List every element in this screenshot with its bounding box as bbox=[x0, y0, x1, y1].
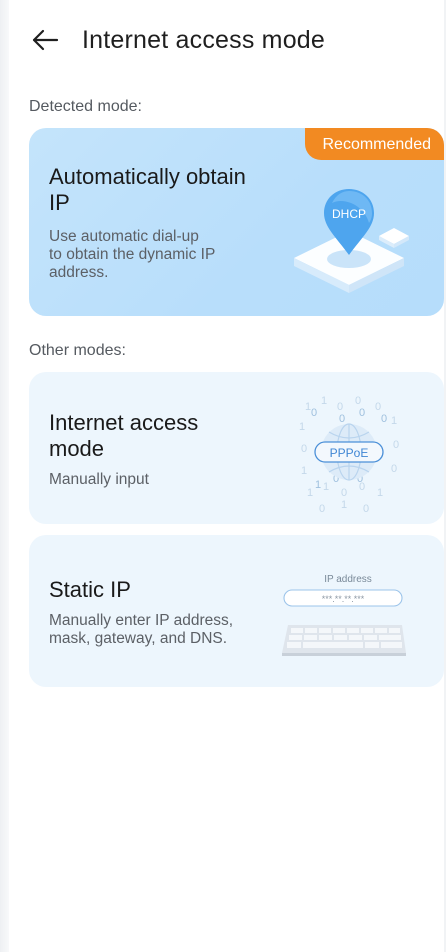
auto-ip-desc-line1: Use automatic dial-up bbox=[49, 228, 199, 245]
svg-text:0: 0 bbox=[341, 487, 347, 499]
pppoe-title-line1: Internet access bbox=[49, 410, 199, 435]
static-ip-card[interactable]: Static IP Manually enter IP address, mas… bbox=[29, 535, 444, 687]
auto-ip-title-line1: Automatically obtain bbox=[49, 164, 246, 189]
static-ip-title: Static IP bbox=[49, 577, 131, 602]
svg-text:1: 1 bbox=[321, 395, 327, 407]
svg-text:1: 1 bbox=[315, 479, 321, 491]
static-ip-desc-line1: Manually enter IP address, bbox=[49, 612, 234, 629]
svg-text:1: 1 bbox=[301, 465, 307, 477]
ip-address-label: IP address bbox=[324, 574, 372, 585]
auto-ip-card[interactable]: Recommended Automatically obtain IP Use … bbox=[29, 128, 444, 316]
pppoe-title-line2: mode bbox=[49, 436, 105, 461]
svg-text:0: 0 bbox=[339, 413, 345, 425]
svg-text:0: 0 bbox=[355, 395, 361, 407]
pppoe-label: PPPoE bbox=[330, 446, 369, 460]
page-title: Internet access mode bbox=[82, 25, 326, 54]
svg-text:1: 1 bbox=[323, 481, 329, 493]
svg-text:0: 0 bbox=[391, 463, 397, 475]
svg-text:0: 0 bbox=[311, 407, 317, 419]
svg-text:1: 1 bbox=[391, 415, 397, 427]
other-modes-label: Other modes: bbox=[29, 342, 126, 359]
back-button[interactable] bbox=[30, 25, 60, 55]
arrow-left-icon bbox=[32, 29, 59, 51]
auto-ip-desc-line2: to obtain the dynamic IP bbox=[49, 246, 216, 263]
svg-text:0: 0 bbox=[337, 401, 343, 413]
svg-text:0: 0 bbox=[359, 407, 365, 419]
auto-ip-title-line2: IP bbox=[49, 190, 70, 215]
recommended-badge: Recommended bbox=[304, 128, 444, 160]
svg-text:0: 0 bbox=[301, 443, 307, 455]
static-ip-desc-line2: mask, gateway, and DNS. bbox=[49, 630, 228, 647]
svg-text:0: 0 bbox=[393, 439, 399, 451]
dhcp-illustration: DHCP bbox=[294, 189, 409, 293]
page-header: Internet access mode bbox=[30, 20, 325, 60]
pppoe-card[interactable]: Internet access mode Manually input 1100… bbox=[29, 372, 444, 524]
svg-text:1: 1 bbox=[341, 499, 347, 511]
svg-text:1: 1 bbox=[299, 421, 305, 433]
static-ip-illustration: IP address ***.**.**.*** bbox=[282, 574, 406, 656]
left-edge bbox=[0, 0, 9, 952]
svg-text:0: 0 bbox=[363, 503, 369, 515]
svg-text:0: 0 bbox=[319, 503, 325, 515]
svg-text:0: 0 bbox=[375, 401, 381, 413]
pppoe-desc: Manually input bbox=[49, 471, 149, 488]
svg-text:1: 1 bbox=[307, 487, 313, 499]
auto-ip-desc-line3: address. bbox=[49, 264, 109, 281]
svg-text:0: 0 bbox=[381, 413, 387, 425]
dhcp-label: DHCP bbox=[332, 207, 366, 221]
ip-mask-text: ***.**.**.*** bbox=[322, 594, 365, 604]
pppoe-illustration: 11000 11 00 10 11001 010 0000 100 PPPoE bbox=[299, 395, 399, 515]
detected-mode-label: Detected mode: bbox=[29, 98, 142, 115]
svg-text:1: 1 bbox=[377, 487, 383, 499]
